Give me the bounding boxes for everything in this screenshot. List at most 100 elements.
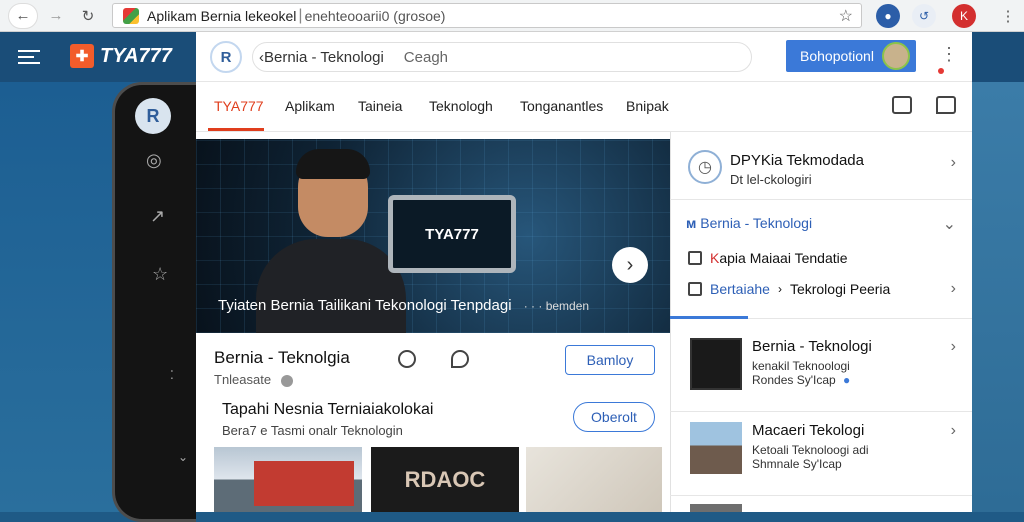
- card-image: [690, 338, 742, 390]
- clock-icon: ◷: [688, 150, 722, 184]
- extension-badge-icon[interactable]: K: [952, 4, 976, 28]
- card-meta: Rondes Sy'Icap ●: [752, 373, 850, 387]
- sidebar-card[interactable]: Bernia - Teknologi kenakil Teknoologi Ro…: [670, 328, 972, 412]
- extension-globe-icon[interactable]: ●: [876, 4, 900, 28]
- section-title-text: Bernia - Teknologi: [700, 215, 813, 231]
- search-input[interactable]: ‹Bernia - Teknologi Ceagh: [252, 42, 752, 72]
- hero-caption: Tyiaten Bernia Tailikani Tekonologi Tenp…: [218, 297, 658, 314]
- hero-next-chevron-icon[interactable]: ›: [612, 247, 648, 283]
- reply-icon[interactable]: [451, 350, 469, 368]
- card-meta-icon: ●: [843, 373, 851, 387]
- back-icon[interactable]: ←: [8, 2, 38, 29]
- card-desc: kenakil Teknoologi: [752, 359, 850, 373]
- card-meta: Shmnale Sy'Icap: [752, 457, 842, 471]
- panel-header: R ‹Bernia - Teknologi Ceagh Bohopotionl …: [196, 32, 972, 82]
- url-separator: |: [298, 6, 303, 24]
- bookmark-box-icon[interactable]: [892, 96, 912, 114]
- tab-bnipak[interactable]: Bnipak: [626, 98, 669, 114]
- user-avatar[interactable]: [882, 42, 910, 70]
- checkbox-icon[interactable]: [688, 251, 702, 265]
- extension-sync-icon[interactable]: ↺: [912, 4, 936, 28]
- row2-arrow-icon: ›: [777, 282, 782, 296]
- sidebar-section-title[interactable]: м Bernia - Teknologi: [686, 215, 812, 231]
- phone-share-icon[interactable]: ↗: [150, 206, 165, 227]
- article-action-button[interactable]: Bamloy: [565, 345, 655, 375]
- url-text: enehteooarii0 (grosoe): [304, 7, 446, 24]
- notification-dot-icon: [938, 68, 944, 74]
- tab-title: Aplikam Bernia lekeokel: [147, 7, 297, 24]
- phone-chevron-down-icon[interactable]: ⌄: [178, 450, 188, 464]
- chevron-right-icon[interactable]: ›: [951, 280, 956, 298]
- sidebar-row-2[interactable]: Bertaiahe › Tekrologi Peeria: [688, 281, 890, 297]
- primary-action-button[interactable]: Bohopotionl: [786, 40, 916, 72]
- background-right: [972, 82, 1024, 512]
- phone-app-logo-icon[interactable]: R: [135, 98, 171, 134]
- site-brand[interactable]: ✚ TYA777: [70, 44, 172, 68]
- sidebar-row-1[interactable]: Kapia Maiaai Tendatie: [688, 250, 848, 266]
- subarticle-meta: Bera7 e Tasmi onalr Teknologin: [222, 423, 403, 438]
- tab-bar: TYA777 Aplikam Taineia Teknologh Tongana…: [196, 82, 972, 132]
- brand-name: TYA777: [100, 44, 172, 67]
- phone-star-icon[interactable]: ☆: [152, 264, 168, 285]
- brand-logo-icon: ✚: [70, 44, 94, 68]
- chevron-down-icon[interactable]: ⌄: [943, 214, 956, 234]
- card-image: [690, 504, 742, 512]
- reload-icon[interactable]: ↻: [76, 4, 100, 28]
- tab-aplikam[interactable]: Aplikam: [285, 98, 335, 114]
- active-tab-indicator: [208, 128, 264, 131]
- card-desc: Ketoali Teknoloogi adi: [752, 443, 869, 457]
- panel-logo-icon[interactable]: R: [210, 41, 242, 73]
- hero-banner[interactable]: TYA777 › Tyiaten Bernia Tailikani Tekono…: [196, 139, 670, 333]
- article-meta-badge-icon: [280, 374, 293, 387]
- thumbnail-storefront[interactable]: [214, 447, 362, 512]
- phone-dots-icon: ⁚: [170, 368, 174, 382]
- comment-bubble-icon[interactable]: [398, 350, 416, 368]
- search-value: ‹Bernia - Teknologi: [259, 48, 384, 66]
- article-meta: Tnleasate: [214, 372, 293, 387]
- card-title: Macaeri Tekologi: [752, 422, 865, 439]
- tab-tonganantles[interactable]: Tonganantles: [520, 98, 603, 114]
- section-flag-icon: м: [686, 215, 697, 231]
- sidebar-card-partial[interactable]: [670, 496, 972, 512]
- article-title[interactable]: Bernia - Teknolgia: [214, 348, 350, 368]
- thumbnail-sign[interactable]: RDAOC: [371, 447, 519, 512]
- thumbnail-room[interactable]: [526, 447, 662, 512]
- chevron-right-icon[interactable]: ›: [951, 422, 956, 440]
- sidebar-top-subtitle: Dt lel-ckologiri: [730, 172, 812, 187]
- hero-caption-right: · · · bemden: [523, 299, 590, 313]
- subarticle-action-button[interactable]: Oberolt: [573, 402, 655, 432]
- checkbox-icon[interactable]: [688, 282, 702, 296]
- tab-taineia[interactable]: Taineia: [358, 98, 402, 114]
- browser-toolbar: ← → ↻ Aplikam Bernia lekeokel | enehteoo…: [0, 0, 1024, 32]
- tab-teknologh[interactable]: Teknologh: [429, 98, 493, 114]
- card-title: Bernia - Teknologi: [752, 338, 872, 355]
- phone-camera-icon[interactable]: ◎: [146, 150, 162, 171]
- forward-icon[interactable]: →: [44, 4, 68, 28]
- sidebar-card[interactable]: Macaeri Tekologi Ketoali Teknoloogi adi …: [670, 412, 972, 496]
- address-bar[interactable]: Aplikam Bernia lekeokel | enehteooarii0 …: [112, 3, 862, 28]
- chevron-right-icon[interactable]: ›: [951, 338, 956, 356]
- sidebar: ◷ DPYKia Tekmodada Dt lel-ckologiri › м …: [670, 132, 972, 512]
- hamburger-menu-icon[interactable]: [18, 50, 40, 64]
- primary-action-label: Bohopotionl: [800, 48, 874, 64]
- sidebar-active-indicator: [670, 316, 748, 319]
- browser-menu-icon[interactable]: ⋮: [996, 4, 1020, 28]
- app-panel: R ‹Bernia - Teknologi Ceagh Bohopotionl …: [196, 32, 972, 512]
- comment-icon[interactable]: [936, 96, 956, 114]
- bookmark-star-icon[interactable]: ☆: [839, 6, 853, 26]
- row2-text: Tekrologi Peeria: [789, 281, 891, 297]
- card-meta-text: Rondes Sy'Icap: [752, 373, 836, 387]
- row1-prefix: K: [710, 250, 720, 266]
- hero-tablet: TYA777: [388, 195, 516, 273]
- subarticle-title[interactable]: Tapahi Nesnia Terniaiakolokai: [222, 401, 433, 419]
- search-placeholder: Ceagh: [403, 48, 448, 66]
- hero-caption-text: Tyiaten Bernia Tailikani Tekonologi Tenp…: [218, 297, 512, 314]
- sidebar-top-item[interactable]: ◷ DPYKia Tekmodada Dt lel-ckologiri ›: [670, 132, 972, 200]
- card-image: [690, 422, 742, 474]
- chevron-right-icon[interactable]: ›: [951, 154, 956, 172]
- row2-highlight: Bertaiahe: [710, 281, 770, 297]
- site-favicon-icon: [123, 7, 139, 24]
- tab-home[interactable]: TYA777: [214, 98, 264, 114]
- sidebar-top-title: DPYKia Tekmodada: [730, 152, 864, 169]
- more-options-icon[interactable]: ⋮: [940, 44, 958, 65]
